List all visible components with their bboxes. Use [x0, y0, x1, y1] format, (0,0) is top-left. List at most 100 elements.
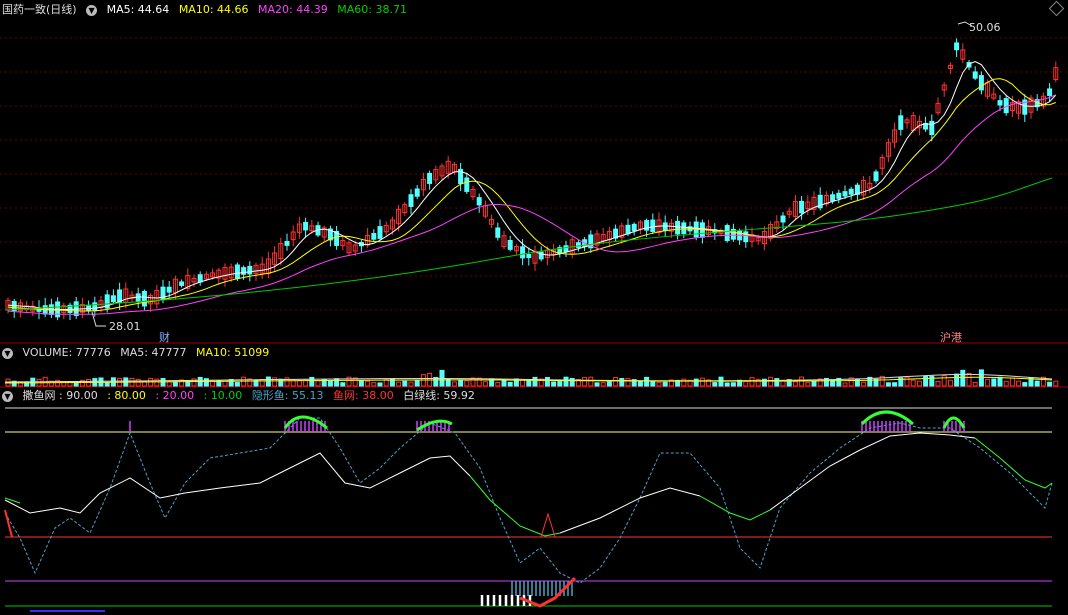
volume-bar [340, 382, 346, 387]
candle-body [476, 197, 482, 206]
volume-bar [327, 380, 333, 387]
volume-ma5-label: MA5: 47777 [120, 346, 187, 359]
volume-bar [972, 381, 978, 387]
price-pane[interactable]: 国药一致(日线) ▼ MA5: 44.64 MA10: 44.66 MA20: … [0, 0, 1068, 344]
candle-body [662, 222, 668, 232]
volume-bar [960, 369, 966, 387]
volume-bar [557, 381, 563, 387]
volume-legend: ▼ VOLUME: 77776 MA5: 47777 MA10: 51099 [2, 345, 275, 361]
candle-body [842, 191, 848, 197]
price-chart[interactable] [0, 0, 1068, 344]
volume-bar [265, 376, 271, 387]
top-signal-arc [942, 416, 966, 429]
volume-bar [532, 376, 538, 387]
volume-bar [371, 382, 377, 387]
candle-body [780, 215, 786, 223]
candle-body [371, 233, 377, 240]
green-line-segment [974, 437, 1053, 489]
volume-bar [861, 381, 867, 387]
low-price-label: 28.01 [109, 320, 141, 333]
volume-bar [1034, 380, 1040, 387]
candle-body [836, 192, 842, 199]
candle-body [724, 225, 730, 242]
volume-bar [507, 381, 513, 387]
volume-bar [904, 376, 910, 387]
volume-bar [724, 382, 730, 387]
volume-bar [1003, 380, 1009, 387]
ma60-label: MA60: 38.71 [337, 3, 407, 16]
volume-bar [396, 381, 402, 387]
volume-bar [966, 373, 972, 387]
volume-bar [526, 380, 532, 387]
candle-body [972, 71, 978, 79]
collapse-icon[interactable]: ▼ [2, 347, 13, 359]
white-line-segment [559, 487, 701, 534]
candle-body [427, 172, 433, 184]
volume-bar [985, 378, 991, 387]
top-signal-arc [416, 419, 453, 432]
volume-bar [935, 380, 941, 387]
indicator-pane[interactable]: ▼ 撒鱼网 : 90.00 : 80.00 : 20.00 : 10.00 隐形… [0, 388, 1068, 615]
candle-body [743, 231, 749, 243]
white-line-segment [769, 432, 976, 511]
volume-bar [991, 378, 997, 387]
green-line-segment [469, 475, 561, 537]
candle-body [495, 227, 501, 238]
candle-body [507, 239, 513, 250]
candle-body [848, 188, 854, 195]
candle-body [830, 194, 836, 202]
volume-bar [377, 382, 383, 387]
volume-bar [811, 380, 817, 387]
volume-bar [464, 380, 470, 387]
volume-bar [1047, 381, 1053, 387]
candle-body [414, 188, 420, 197]
financial-report-marker[interactable]: 财 [157, 329, 172, 345]
volume-bar [743, 380, 749, 387]
volume-bar [730, 382, 736, 387]
candle-body [978, 75, 984, 91]
volume-bar [482, 381, 488, 387]
candle-body [408, 194, 414, 207]
candle-body [1047, 88, 1053, 96]
volume-bar [941, 375, 947, 387]
fish-net-spike [540, 512, 556, 538]
candle-body [464, 177, 470, 192]
volume-bar [73, 382, 79, 387]
collapse-icon[interactable]: ▼ [2, 390, 13, 402]
candle-body [681, 222, 687, 234]
volume-bar [1053, 380, 1059, 387]
volume-pane[interactable]: ▼ VOLUME: 77776 MA5: 47777 MA10: 51099 [0, 344, 1068, 388]
candle-body [110, 295, 116, 303]
volume-bar [135, 378, 141, 387]
volume-bar [408, 381, 414, 387]
candle-body [526, 254, 532, 259]
candle-body [117, 289, 123, 303]
volume-bar [501, 379, 507, 387]
hk-connect-marker[interactable]: 沪港 [938, 329, 964, 345]
candle-body [247, 265, 253, 275]
ma20-label: MA20: 44.39 [258, 3, 328, 16]
candle-body [625, 224, 631, 235]
volume-bar [154, 378, 160, 387]
volume-bar [693, 378, 699, 387]
candle-body [575, 242, 581, 248]
volume-bar [278, 378, 284, 387]
white-line-segment [4, 452, 471, 514]
volume-bar [712, 382, 718, 387]
volume-bar [1022, 382, 1028, 387]
candle-body [179, 281, 185, 286]
volume-bar [805, 382, 811, 387]
candle-body [284, 240, 290, 246]
volume-bar [544, 377, 550, 387]
indicator-chart[interactable] [0, 388, 1068, 615]
volume-bar [792, 381, 798, 387]
volume-bar [495, 382, 501, 387]
volume-bar [947, 379, 953, 387]
candle-body [799, 200, 805, 214]
volume-bar [842, 382, 848, 387]
candle-body [377, 226, 383, 239]
volume-bar [923, 375, 929, 387]
indicator-legend: ▼ 撒鱼网 : 90.00 : 80.00 : 20.00 : 10.00 隐形… [2, 388, 481, 404]
hidden-fish-label: 隐形鱼: 55.13 [251, 389, 324, 402]
collapse-icon[interactable]: ▼ [86, 4, 98, 16]
